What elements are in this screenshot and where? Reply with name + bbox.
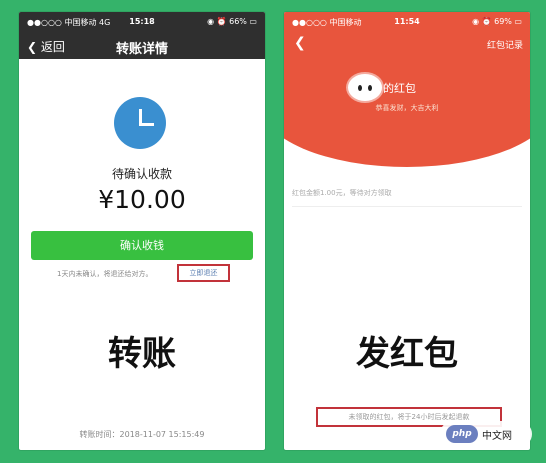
divider bbox=[292, 206, 522, 207]
php-logo: php bbox=[446, 425, 478, 443]
transfer-screen: ●●○○○ 中国移动 4G 15:18 ◉ ⏰ 66% ▭ ❮ 返回 转账详情 … bbox=[19, 12, 265, 450]
battery-indicator: ◉ ⏰ 66% ▭ bbox=[207, 17, 257, 26]
confirm-receive-button[interactable]: 确认收钱 bbox=[31, 231, 253, 260]
clock-icon bbox=[114, 97, 166, 149]
page-title: 转账详情 bbox=[115, 42, 168, 57]
transfer-time: 转账时间：2018-11-07 15:15:49 bbox=[79, 430, 205, 439]
transfer-amount: ¥10.00 bbox=[98, 185, 186, 214]
watermark-text: 中文网 bbox=[482, 431, 512, 442]
red-packet-wish: 恭喜发财，大吉大利 bbox=[375, 104, 439, 112]
red-packet-screen: ●●○○○ 中国移动 11:54 ◉ ⏰ 69% ▭ ❮ 红包记录 的红包 恭喜… bbox=[284, 12, 530, 450]
status-bar: ●●○○○ 中国移动 4G 15:18 ◉ ⏰ 66% ▭ bbox=[19, 12, 265, 32]
red-packet-caption: 发红包 bbox=[356, 334, 458, 374]
battery-indicator: ◉ ⏰ 69% ▭ bbox=[472, 17, 522, 26]
red-packet-records-link[interactable]: 红包记录 bbox=[487, 38, 523, 51]
sender-avatar bbox=[348, 74, 382, 101]
transfer-caption: 转账 bbox=[108, 334, 176, 374]
refund-notice: 1天内未确认，将退还给对方。 bbox=[57, 270, 153, 278]
watermark: php 中文网 bbox=[440, 421, 532, 447]
nav-bar: ❮ 返回 转账详情 bbox=[19, 32, 265, 59]
chevron-left-icon[interactable]: ❮ bbox=[294, 35, 306, 51]
refund-now-link[interactable]: 立即退还 bbox=[177, 264, 230, 282]
status-bar: ●●○○○ 中国移动 11:54 ◉ ⏰ 69% ▭ bbox=[284, 12, 530, 32]
payment-status: 待确认收款 bbox=[111, 167, 172, 181]
red-packet-info: 红包金额1.00元，等待对方领取 bbox=[292, 189, 392, 197]
red-packet-title: 的红包 bbox=[383, 82, 416, 95]
